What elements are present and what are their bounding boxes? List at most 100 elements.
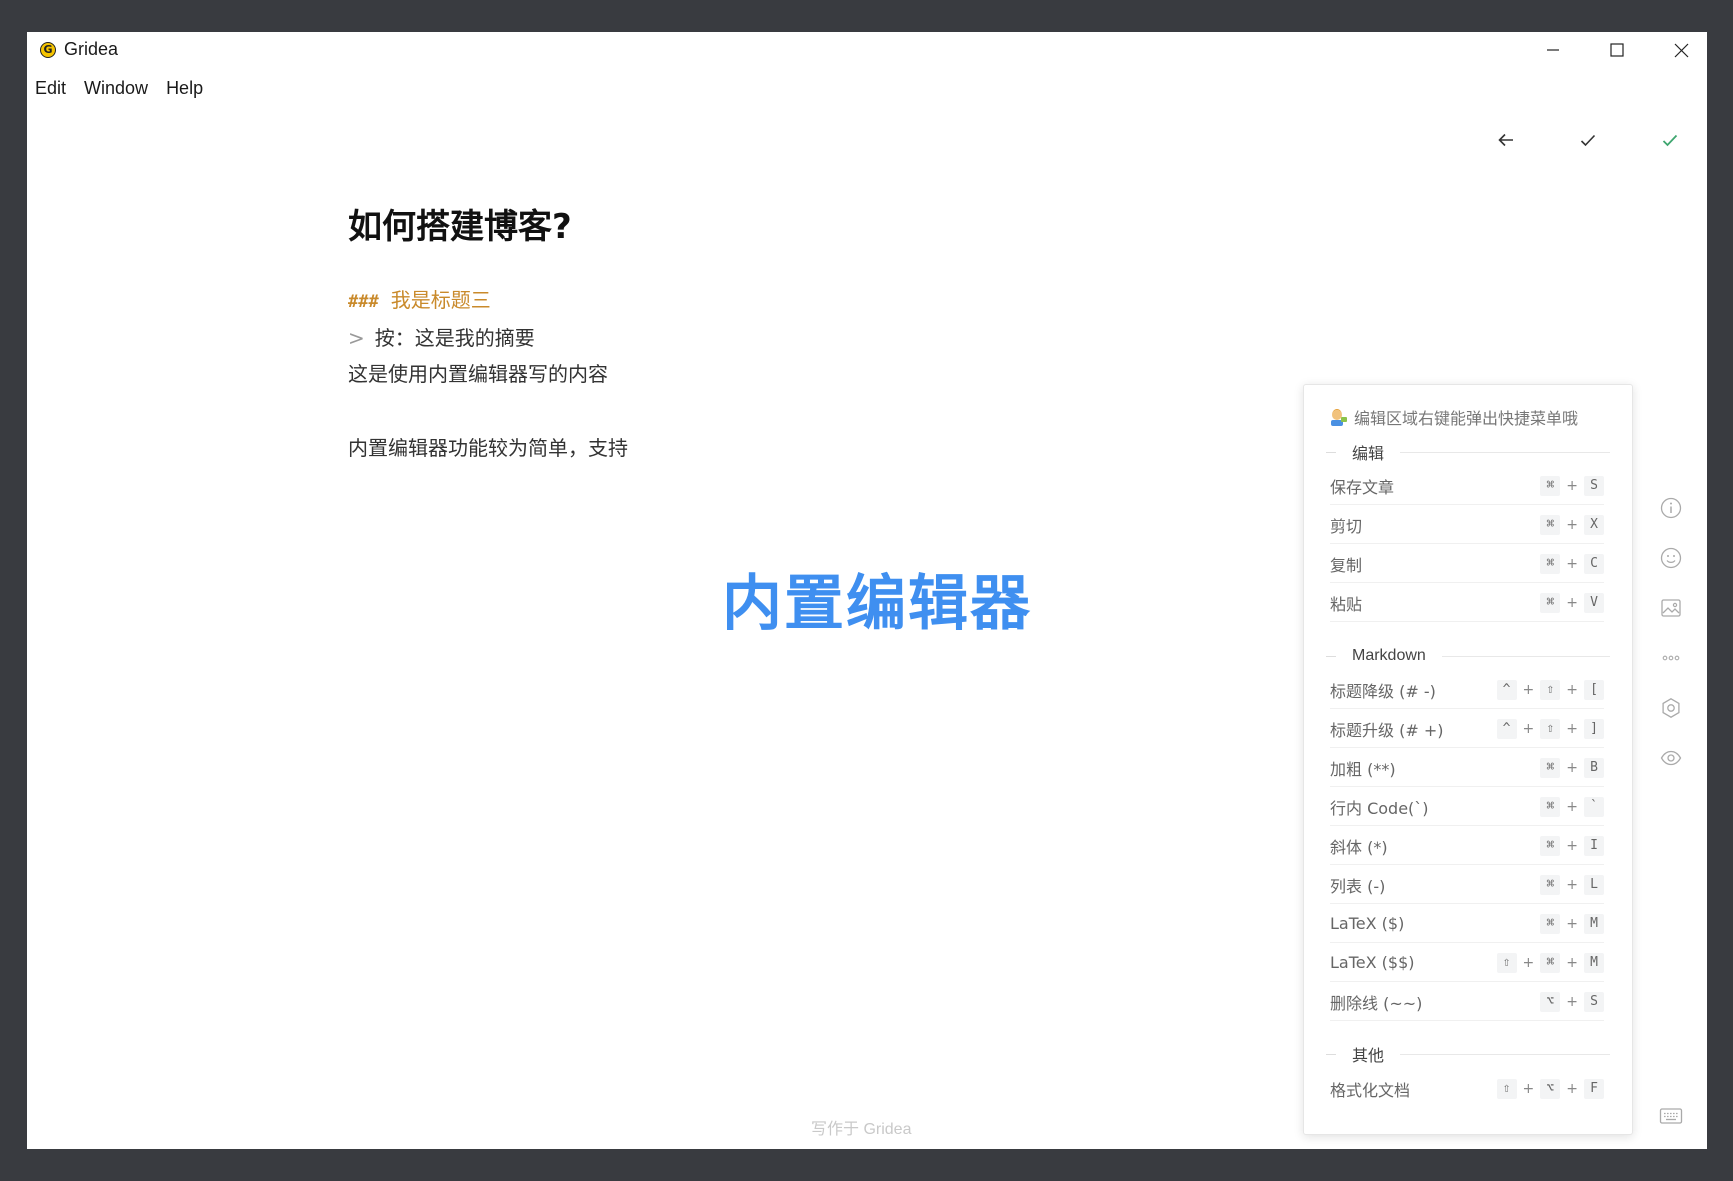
heading-marker: ### (348, 292, 379, 312)
shortcut-row: LaTeX ($) ⌘ + M (1330, 905, 1604, 943)
heading3-text: 我是标题三 (390, 288, 491, 312)
key-cap: ] (1584, 718, 1604, 739)
content-line: 内置编辑器功能较为简单，支持 (348, 436, 628, 460)
section-other: 其他 (1326, 1042, 1610, 1066)
blockquote-line: > 按：这是我的摘要 (348, 320, 1248, 356)
overlay-label: 内置编辑器 (722, 569, 1032, 639)
shortcut-row: 格式化文档 ⇧ + ⌥ + F (1330, 1070, 1604, 1108)
shortcut-keys: ^ + ⇧ +[ (1496, 679, 1604, 700)
key-cap: ⌘ (1540, 553, 1561, 574)
section-title: Markdown (1352, 647, 1426, 664)
key-cap: ^ (1496, 718, 1517, 739)
title-bar: G Gridea (27, 32, 1707, 68)
maximize-icon (1610, 43, 1624, 57)
shortcut-name: 列表 (-) (1330, 876, 1386, 896)
panel-tip: 编辑区域右键能弹出快捷菜单哦 (1328, 405, 1578, 429)
shortcut-name: 删除线 (~~) (1330, 993, 1423, 1013)
key-cap: ⌘ (1540, 592, 1561, 613)
shortcut-keys: ⌘ + M (1540, 913, 1604, 934)
key-cap: V (1584, 592, 1604, 613)
person-emoji-icon (1331, 409, 1347, 426)
key-cap: ⌘ (1540, 952, 1561, 973)
key-cap: ⌘ (1540, 475, 1561, 496)
menu-bar: Edit Window Help (27, 72, 212, 102)
shortcut-name: 标题升级 (# +) (1330, 720, 1444, 740)
emoji-button[interactable] (1658, 545, 1684, 571)
maximize-button[interactable] (1585, 32, 1649, 68)
key-cap: ⌘ (1540, 913, 1561, 934)
key-cap: B (1584, 757, 1604, 778)
shortcut-name: 格式化文档 (1330, 1081, 1411, 1100)
save-draft-button[interactable] (1568, 120, 1608, 160)
minimize-icon (1547, 49, 1559, 51)
settings-button[interactable] (1658, 695, 1684, 721)
arrow-left-icon (1498, 133, 1513, 147)
shortcut-row: 删除线 (~~) ⌥ + S (1330, 983, 1604, 1021)
editor-area[interactable]: 如何搭建博客? ### 我是标题三 > 按：这是我的摘要 这是使用内置编辑器写的内容… (348, 202, 1248, 466)
more-button[interactable] (1658, 645, 1684, 671)
key-cap: I (1584, 835, 1604, 856)
key-cap: ⇧ (1540, 679, 1561, 700)
shortcut-row: 剪切 ⌘ + X (1330, 506, 1604, 544)
gridea-logo-icon: G (40, 42, 56, 58)
key-cap: M (1584, 952, 1604, 973)
info-button[interactable] (1658, 495, 1684, 521)
preview-button[interactable] (1658, 745, 1684, 771)
insert-image-button[interactable] (1658, 595, 1684, 621)
section-title: 其他 (1352, 1048, 1385, 1065)
shortcuts-button[interactable] (1658, 1103, 1684, 1129)
key-cap: M (1584, 913, 1604, 934)
key-cap: ` (1584, 796, 1604, 817)
shortcut-name: 保存文章 (1330, 477, 1395, 497)
shortcut-name: 斜体 (*) (1330, 837, 1388, 857)
shortcut-name: LaTeX ($$) (1330, 953, 1415, 972)
more-icon (1662, 655, 1680, 661)
keyboard-icon (1659, 1108, 1683, 1124)
shortcut-keys: ⇧ + ⌥ + F (1496, 1079, 1604, 1099)
settings-icon (1662, 698, 1680, 718)
key-cap: ⌘ (1540, 757, 1561, 778)
menu-help[interactable]: Help (157, 72, 212, 102)
shortcut-panel: 编辑区域右键能弹出快捷菜单哦 编辑 保存文章 ⌘ + S 剪切 ⌘ + X 复制 ⌘ + C… (1303, 384, 1633, 1135)
shortcut-name: 行内 Code(`) (1330, 798, 1429, 818)
key-cap: ⌘ (1540, 835, 1561, 856)
shortcut-row: LaTeX ($$) ⇧ + ⌘ + M (1330, 944, 1604, 982)
close-icon (1674, 43, 1688, 57)
app-window: G Gridea Edit Window Help 如何搭建博客? ### 我是标… (27, 32, 1707, 1149)
key-cap: ⌘ (1540, 874, 1561, 895)
shortcut-keys: ⌘ + X (1540, 514, 1604, 535)
publish-button[interactable] (1650, 120, 1690, 160)
shortcut-row: 复制 ⌘ + C (1330, 545, 1604, 583)
key-cap: X (1584, 514, 1604, 535)
footer-text: 写作于 Gridea (811, 1121, 912, 1138)
content-line: 这是使用内置编辑器写的内容 (348, 362, 608, 386)
key-cap: ^ (1496, 679, 1517, 700)
key-cap: ⇧ (1496, 952, 1517, 973)
section-title: 编辑 (1352, 446, 1385, 463)
menu-edit[interactable]: Edit (27, 72, 75, 102)
shortcut-row: 行内 Code(`) ⌘ + ` (1330, 788, 1604, 826)
quote-text: 按：这是我的摘要 (374, 326, 535, 350)
app-title: Gridea (64, 39, 119, 59)
key-cap: S (1584, 991, 1604, 1012)
post-title-input[interactable]: 如何搭建博客? (348, 202, 1248, 252)
shortcut-row: 粘贴 ⌘ + V (1330, 584, 1604, 622)
shortcut-keys: ⌥ + S (1540, 991, 1604, 1012)
menu-window[interactable]: Window (75, 72, 157, 102)
shortcut-row: 标题降级 (# -) ^ + ⇧ +[ (1330, 671, 1604, 709)
key-cap: ⇧ (1496, 1079, 1517, 1099)
key-cap: S (1584, 475, 1604, 496)
shortcut-keys: ⌘ + ` (1540, 796, 1604, 817)
back-button[interactable] (1486, 120, 1526, 160)
shortcut-keys: ⌘ + V (1540, 592, 1604, 613)
shortcut-name: 剪切 (1330, 516, 1363, 536)
panel-tip-text: 编辑区域右键能弹出快捷菜单哦 (1354, 409, 1579, 428)
check-icon (1580, 134, 1596, 146)
shortcut-keys: ⇧ + ⌘ + M (1496, 952, 1604, 973)
shortcut-row: 斜体 (*) ⌘ + I (1330, 827, 1604, 865)
check-green-icon (1662, 134, 1678, 146)
shortcut-keys: ⌘ + C (1540, 553, 1604, 574)
minimize-button[interactable] (1521, 32, 1585, 68)
close-button[interactable] (1649, 32, 1707, 68)
